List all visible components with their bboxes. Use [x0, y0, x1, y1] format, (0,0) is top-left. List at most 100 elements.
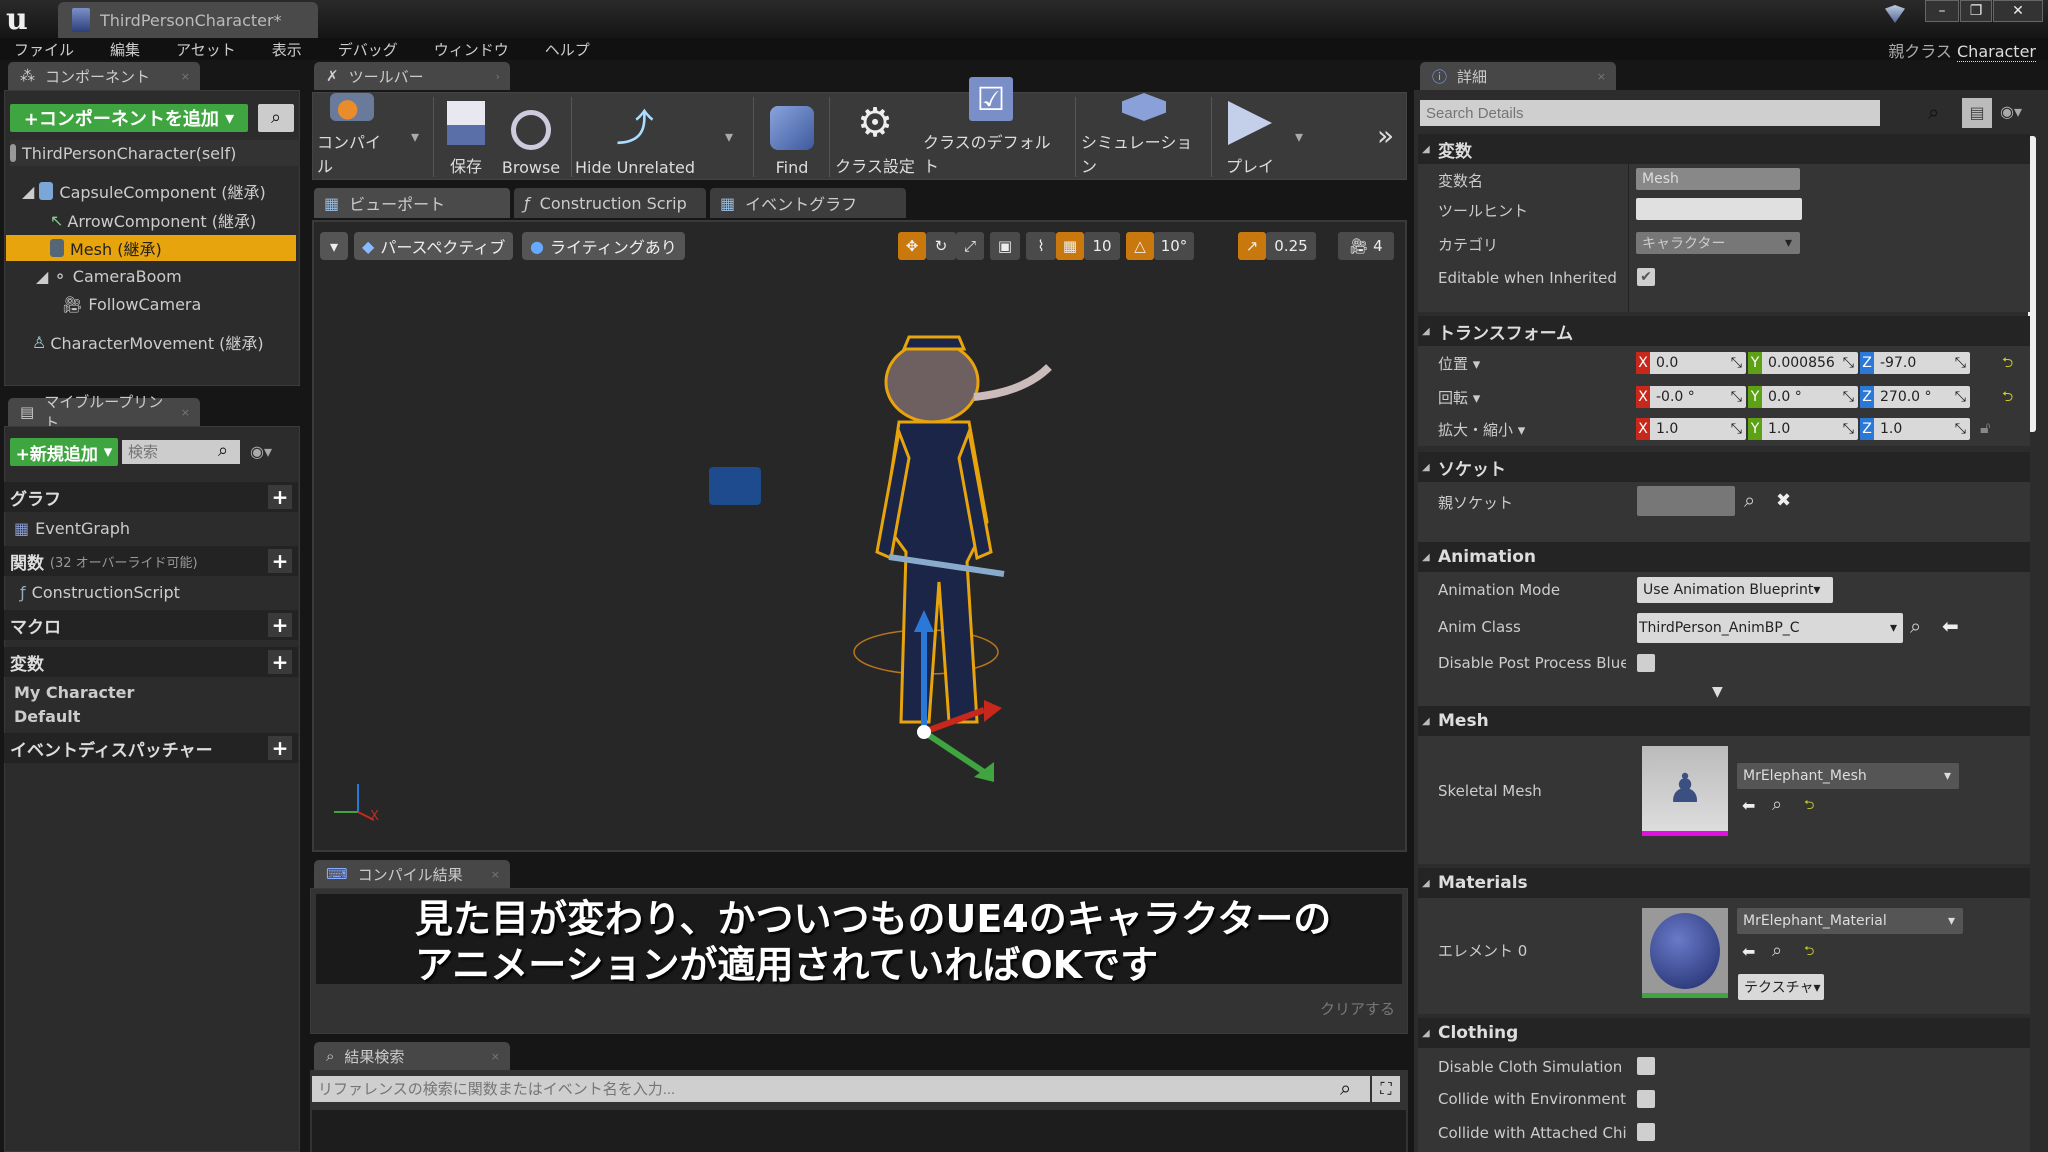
material-thumbnail[interactable] — [1642, 908, 1728, 998]
scale-label[interactable]: 拡大・縮小 ▾ — [1438, 419, 1525, 440]
section-materials[interactable]: Materials — [1418, 868, 2030, 898]
add-function-button[interactable]: + — [268, 549, 292, 573]
tab-viewport[interactable]: ▦ ビューポート — [314, 188, 510, 218]
use-selected-arrow-icon[interactable]: ⬅ — [1942, 614, 1959, 638]
details-tab[interactable]: ⓘ 詳細 × — [1420, 62, 1616, 90]
class-settings-button[interactable]: ⚙ クラス設定 — [833, 93, 917, 181]
toolbar-tab[interactable]: ✗ ツールバー › — [314, 62, 510, 90]
section-sockets[interactable]: ソケット — [1418, 452, 2030, 482]
location-z-field[interactable]: Z -97.0 — [1860, 352, 1970, 374]
variable-group-my-character[interactable]: My Character — [4, 680, 298, 704]
section-variables[interactable]: 変数 + — [4, 647, 298, 677]
menu-file[interactable]: ファイル — [14, 39, 74, 60]
list-item-construction-script[interactable]: ƒ ConstructionScript — [4, 580, 298, 604]
add-dispatcher-button[interactable]: + — [268, 736, 292, 760]
add-graph-button[interactable]: + — [268, 485, 292, 509]
my-blueprint-tab[interactable]: ▤ マイブループリント × — [8, 393, 200, 432]
rotation-x-field[interactable]: X -0.0 ° — [1636, 386, 1746, 408]
tree-item-arrow[interactable]: ↖ ArrowComponent (継承) — [6, 207, 296, 233]
anim-class-dropdown[interactable]: ThirdPerson_AnimBP_C ▾ — [1637, 613, 1903, 643]
close-button[interactable]: ✕ — [1993, 0, 2043, 22]
section-variable[interactable]: 変数 — [1418, 134, 2030, 164]
tab-construction-script[interactable]: ƒ Construction Scrip — [514, 188, 706, 218]
tree-item-movement[interactable]: ♙ CharacterMovement (継承) — [6, 329, 296, 355]
section-graphs[interactable]: グラフ + — [4, 482, 298, 512]
lock-scale-icon[interactable]: 🔓︎ — [1980, 418, 1990, 438]
collide-environment-checkbox[interactable] — [1637, 1090, 1655, 1108]
parent-class-link[interactable]: Character — [1957, 42, 2036, 62]
location-y-field[interactable]: Y 0.000856 — [1748, 352, 1858, 374]
add-macro-button[interactable]: + — [268, 613, 292, 637]
view-options-eye-icon[interactable]: ◉▾ — [250, 442, 272, 461]
location-x-field[interactable]: X 0.0 — [1636, 352, 1746, 374]
variable-name-field[interactable]: Mesh — [1636, 168, 1800, 190]
restore-button[interactable]: ❐ — [1960, 0, 1992, 22]
vector-value[interactable]: -97.0 — [1874, 352, 1970, 374]
reset-rotation-icon[interactable]: ⮌ — [2002, 386, 2013, 410]
close-tab-icon[interactable]: × — [1597, 70, 1606, 83]
rotation-y-field[interactable]: Y 0.0 ° — [1748, 386, 1858, 408]
section-animation[interactable]: Animation — [1418, 542, 2030, 572]
close-tab-icon[interactable]: × — [491, 1050, 500, 1063]
minimize-button[interactable]: – — [1925, 0, 1959, 22]
expand-advanced-icon[interactable]: ▼ — [1712, 684, 1723, 700]
play-button[interactable]: プレイ — [1215, 93, 1285, 181]
section-transform[interactable]: トランスフォーム — [1418, 316, 2030, 346]
vector-value[interactable]: 0.000856 — [1762, 352, 1858, 374]
menu-asset[interactable]: アセット — [176, 39, 236, 60]
find-button[interactable]: Find — [757, 93, 827, 181]
tree-item-followcamera[interactable]: 🎥︎ FollowCamera — [6, 291, 296, 317]
save-button[interactable]: 保存 — [439, 93, 493, 181]
reset-default-icon[interactable]: ⮌ — [1804, 796, 1814, 818]
class-defaults-button[interactable]: ☑ クラスのデフォルト — [923, 77, 1059, 181]
search-details-input[interactable] — [1420, 100, 1880, 126]
viewport[interactable]: ▾ ◆ パースペクティブ ● ライティングあり ✥ ↻ ⤢ ▣ ⌇ ▦ 10 △ 1… — [312, 220, 1407, 852]
disable-post-process-checkbox[interactable] — [1637, 654, 1655, 672]
vector-value[interactable]: 1.0 — [1762, 418, 1858, 440]
clear-button[interactable]: クリアする — [1320, 998, 1395, 1019]
texture-dropdown[interactable]: テクスチャ▾ — [1738, 974, 1824, 1000]
close-tab-icon[interactable]: › — [496, 70, 500, 83]
scale-z-field[interactable]: Z 1.0 — [1860, 418, 1970, 440]
vector-value[interactable]: 270.0 ° — [1874, 386, 1970, 408]
tab-event-graph[interactable]: ▦ イベントグラフ — [710, 188, 906, 218]
search-components-button[interactable]: ⌕ — [258, 104, 294, 132]
find-in-all-blueprints-button[interactable]: ⛶ — [1372, 1076, 1400, 1102]
variable-group-default[interactable]: Default — [4, 704, 298, 728]
hide-unrelated-button[interactable]: ⤴ Hide Unrelated — [575, 93, 695, 181]
tree-item-self[interactable]: ThirdPersonCharacter(self) — [10, 140, 300, 166]
reset-location-icon[interactable]: ⮌ — [2002, 352, 2013, 376]
simulation-button[interactable]: シミュレーション — [1081, 93, 1207, 181]
editable-when-inherited-checkbox[interactable]: ✔ — [1637, 268, 1655, 286]
use-selected-arrow-icon[interactable]: ⬅ — [1742, 942, 1755, 961]
rotation-label[interactable]: 回転 ▾ — [1438, 387, 1480, 408]
browse-asset-icon[interactable]: ⌕ — [1910, 614, 1921, 638]
tree-item-capsule[interactable]: ◢ CapsuleComponent (継承) — [6, 178, 296, 204]
vector-value[interactable]: -0.0 ° — [1650, 386, 1746, 408]
section-mesh[interactable]: Mesh — [1418, 706, 2030, 736]
find-results-tab[interactable]: ⌕ 結果検索 × — [314, 1042, 510, 1070]
category-dropdown[interactable]: キャラクター ▾ — [1636, 232, 1800, 254]
menu-debug[interactable]: デバッグ — [338, 39, 398, 60]
disable-cloth-simulation-checkbox[interactable] — [1637, 1057, 1655, 1075]
close-tab-icon[interactable]: × — [181, 406, 190, 419]
add-new-button[interactable]: +新規追加 ▾ — [10, 438, 118, 466]
skeletal-mesh-dropdown[interactable]: MrElephant_Mesh ▾ — [1737, 763, 1959, 789]
menu-view[interactable]: 表示 — [272, 39, 302, 60]
scale-y-field[interactable]: Y 1.0 — [1748, 418, 1858, 440]
browse-asset-icon[interactable]: ⌕ — [1772, 794, 1782, 815]
material-dropdown[interactable]: MrElephant_Material ▾ — [1737, 908, 1963, 934]
document-tab[interactable]: ThirdPersonCharacter* — [58, 2, 318, 38]
location-label[interactable]: 位置 ▾ — [1438, 353, 1480, 374]
list-item-eventgraph[interactable]: ▦ EventGraph — [4, 516, 298, 540]
rotation-z-field[interactable]: Z 270.0 ° — [1860, 386, 1970, 408]
play-options-dropdown[interactable]: ▾ — [1295, 127, 1303, 146]
vector-value[interactable]: 1.0 — [1874, 418, 1970, 440]
close-tab-icon[interactable]: × — [181, 70, 190, 83]
section-functions[interactable]: 関数 (32 オーバーライド可能) + — [4, 546, 298, 576]
skeletal-mesh-thumbnail[interactable]: ♟ — [1642, 746, 1728, 836]
reset-default-icon[interactable]: ⮌ — [1804, 942, 1814, 964]
menu-edit[interactable]: 編集 — [110, 39, 140, 60]
tree-item-mesh[interactable]: Mesh (継承) — [6, 235, 296, 261]
view-options-eye-icon[interactable]: ◉▾ — [2000, 102, 2022, 121]
